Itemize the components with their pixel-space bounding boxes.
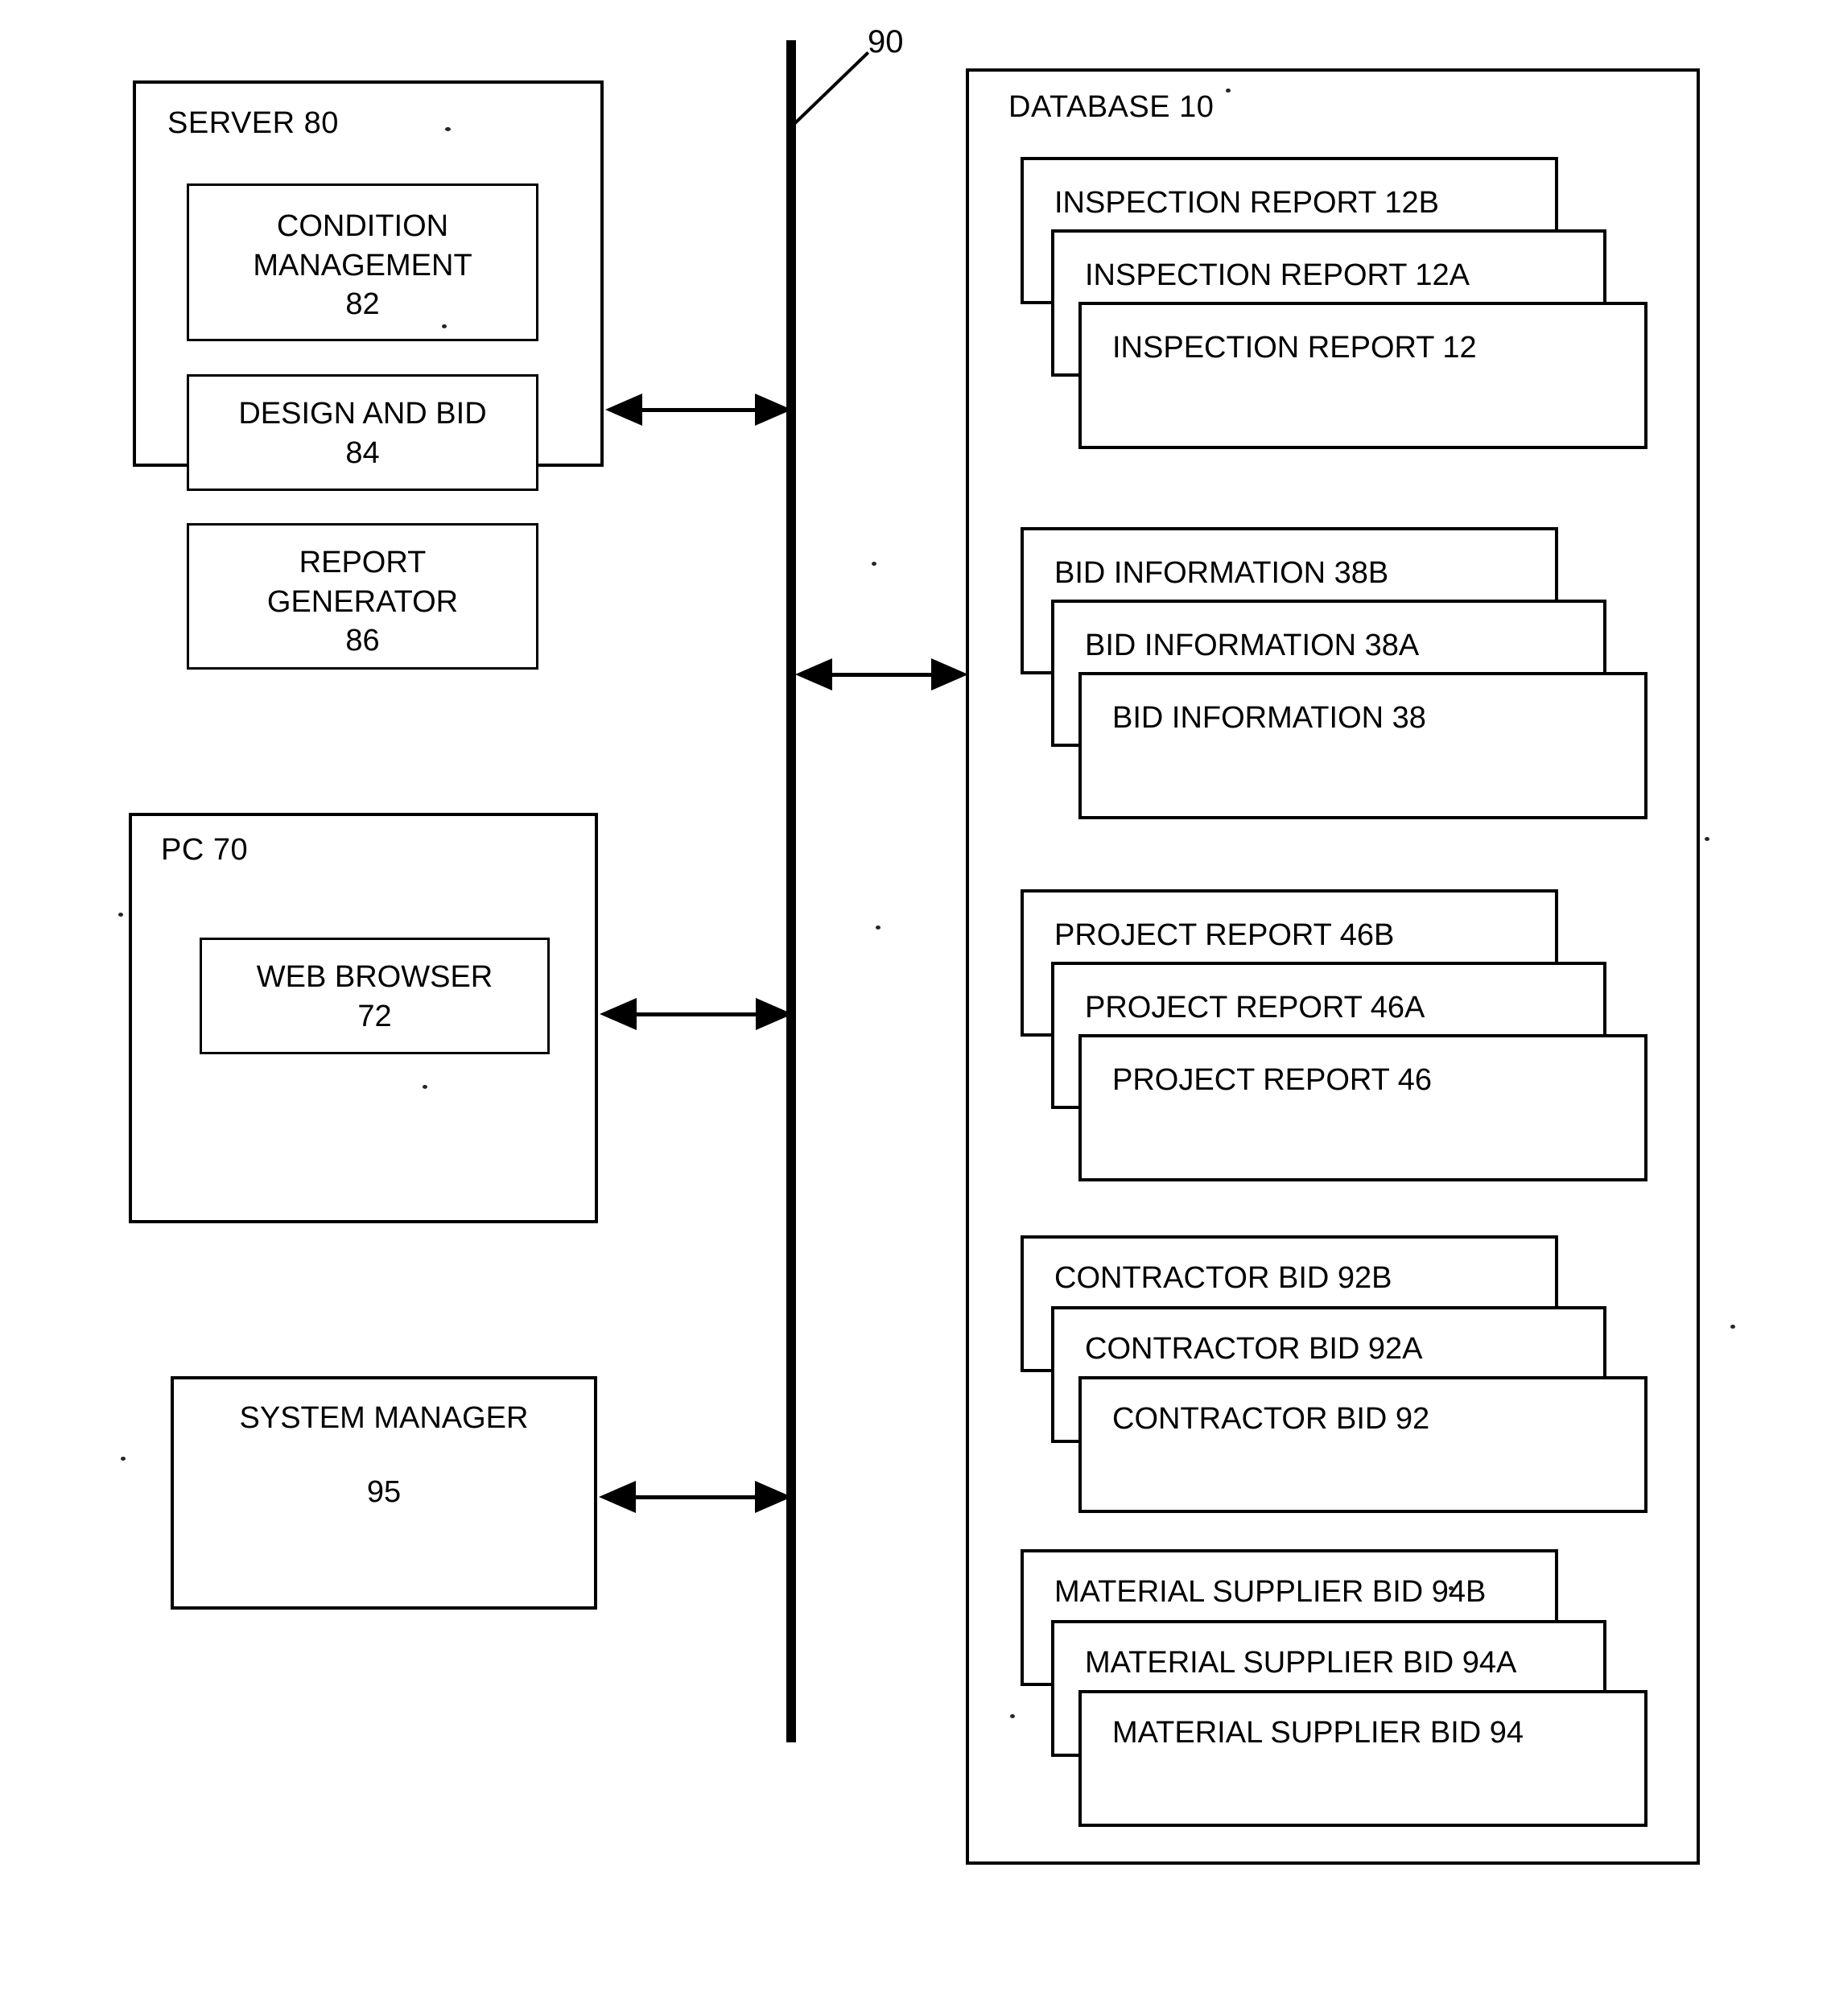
scan-speck [121, 1457, 126, 1461]
record-card-label: BID INFORMATION 38A [1085, 629, 1420, 662]
scan-speck [1010, 1714, 1015, 1718]
condition-management-module: CONDITION MANAGEMENT 82 [187, 183, 538, 341]
scan-speck [442, 324, 447, 328]
report-generator-label: REPORT GENERATOR 86 [266, 546, 459, 658]
server-to-network-arrow [605, 394, 792, 426]
record-card-label: MATERIAL SUPPLIER BID 94A [1085, 1646, 1517, 1680]
scan-speck [118, 913, 123, 917]
design-and-bid-module: DESIGN AND BID 84 [187, 374, 538, 491]
record-card-label: BID INFORMATION 38 [1112, 701, 1426, 735]
arrow-shaft [827, 673, 936, 677]
record-card: MATERIAL SUPPLIER BID 94 [1078, 1690, 1647, 1827]
contractor-bid-stack: CONTRACTOR BID 92B CONTRACTOR BID 92A CO… [1021, 1235, 1656, 1549]
arrow-shaft [632, 1012, 761, 1016]
record-card-label: MATERIAL SUPPLIER BID 94B [1054, 1575, 1487, 1609]
arrow-shaft [631, 1495, 760, 1499]
bid-information-stack: BID INFORMATION 38B BID INFORMATION 38A … [1021, 527, 1656, 841]
pc-to-network-arrow [600, 998, 793, 1030]
record-card-label: MATERIAL SUPPLIER BID 94 [1112, 1716, 1524, 1750]
record-card: PROJECT REPORT 46 [1078, 1034, 1647, 1181]
scan-speck [1226, 89, 1231, 93]
database-title: DATABASE 10 [1008, 90, 1214, 124]
network-to-database-arrow [795, 658, 968, 691]
record-card: INSPECTION REPORT 12 [1078, 302, 1647, 449]
record-card-label: INSPECTION REPORT 12A [1085, 258, 1470, 292]
web-browser-module: WEB BROWSER 72 [200, 938, 550, 1054]
record-card-label: PROJECT REPORT 46A [1085, 991, 1425, 1024]
system-manager-number: 95 [366, 1475, 402, 1509]
network-bus-label: 90 [868, 24, 904, 60]
arrowhead-right-icon [756, 998, 793, 1030]
scan-speck [423, 1085, 427, 1089]
record-card-label: INSPECTION REPORT 12 [1112, 331, 1477, 365]
scan-speck [876, 926, 880, 930]
arrowhead-right-icon [755, 1481, 792, 1513]
scan-speck [1705, 837, 1709, 841]
scan-speck [872, 562, 876, 566]
arrowhead-right-icon [931, 658, 968, 691]
server-title: SERVER 80 [167, 106, 339, 140]
inspection-report-stack: INSPECTION REPORT 12B INSPECTION REPORT … [1021, 157, 1656, 471]
system-manager-to-network-arrow [599, 1481, 792, 1513]
patent-figure-canvas: SERVER 80 CONDITION MANAGEMENT 82 DESIGN… [0, 0, 1831, 2016]
system-manager-title: SYSTEM MANAGER [239, 1401, 529, 1435]
scan-speck [445, 127, 451, 131]
record-card-label: PROJECT REPORT 46B [1054, 918, 1395, 952]
record-card-label: CONTRACTOR BID 92B [1054, 1261, 1392, 1295]
design-and-bid-label: DESIGN AND BID 84 [238, 397, 487, 470]
record-card: CONTRACTOR BID 92 [1078, 1376, 1647, 1513]
condition-management-label: CONDITION MANAGEMENT 82 [253, 209, 472, 322]
record-card: BID INFORMATION 38 [1078, 672, 1647, 819]
arrowhead-right-icon [755, 394, 792, 426]
record-card-label: INSPECTION REPORT 12B [1054, 186, 1439, 220]
scan-speck [1449, 1586, 1454, 1590]
web-browser-label: WEB BROWSER 72 [256, 960, 493, 1033]
record-card-label: PROJECT REPORT 46 [1112, 1063, 1433, 1097]
arrow-shaft [637, 408, 760, 412]
record-card-label: CONTRACTOR BID 92 [1112, 1402, 1430, 1436]
network-bus-leader-line [794, 51, 870, 125]
material-supplier-bid-stack: MATERIAL SUPPLIER BID 94B MATERIAL SUPPL… [1021, 1549, 1656, 1863]
record-card-label: BID INFORMATION 38B [1054, 556, 1389, 590]
scan-speck [1730, 1325, 1735, 1329]
report-generator-module: REPORT GENERATOR 86 [187, 523, 538, 670]
record-card-label: CONTRACTOR BID 92A [1085, 1332, 1423, 1366]
project-report-stack: PROJECT REPORT 46B PROJECT REPORT 46A PR… [1021, 889, 1656, 1203]
pc-title: PC 70 [161, 833, 249, 867]
